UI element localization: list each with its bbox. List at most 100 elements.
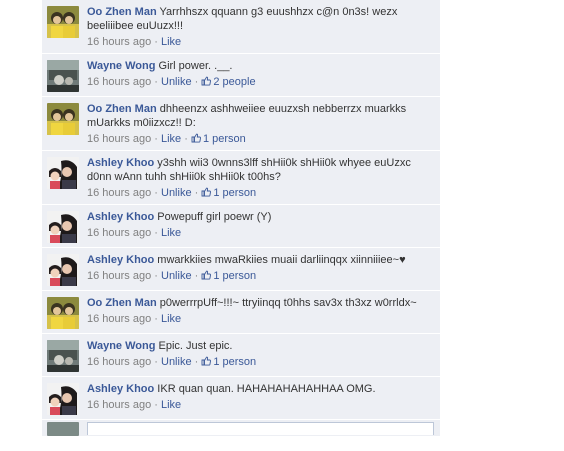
avatar[interactable] bbox=[47, 157, 79, 189]
separator: · bbox=[151, 36, 161, 48]
avatar-photo bbox=[47, 297, 79, 329]
comment: Ashley Khoo Powepuff girl poewr (Y) 16 h… bbox=[42, 205, 440, 248]
comment-body: Oo Zhen Man Yarrhhszx qquann g3 euushhzx… bbox=[87, 5, 434, 49]
comment-body: Ashley Khoo mwarkkiies mwaRkiies muaii d… bbox=[87, 253, 434, 286]
likes-count-text[interactable]: 2 people bbox=[213, 76, 255, 88]
comment-meta: 16 hours ago · Unlike · 2 people bbox=[87, 75, 434, 89]
like-toggle-link[interactable]: Like bbox=[161, 36, 181, 48]
comment-text: Girl power. .__. bbox=[158, 60, 233, 72]
avatar-photo bbox=[47, 340, 79, 372]
comment-author[interactable]: Ashley Khoo bbox=[87, 211, 154, 223]
comment-timestamp: 16 hours ago bbox=[87, 313, 152, 325]
avatar[interactable] bbox=[47, 340, 79, 372]
separator: · bbox=[151, 356, 161, 368]
likes-count-text[interactable]: 1 person bbox=[213, 356, 256, 368]
avatar-photo bbox=[47, 254, 79, 286]
like-toggle-link[interactable]: Like bbox=[161, 399, 181, 411]
like-toggle-link[interactable]: Unlike bbox=[161, 76, 192, 88]
separator: · bbox=[191, 76, 202, 88]
comment-timestamp: 16 hours ago bbox=[87, 270, 152, 282]
comment-timestamp: 16 hours ago bbox=[87, 356, 152, 368]
like-toggle-link[interactable]: Like bbox=[161, 313, 181, 325]
avatar[interactable] bbox=[47, 211, 79, 243]
comment-author[interactable]: Oo Zhen Man bbox=[87, 6, 157, 18]
likes-count-link[interactable]: 2 people bbox=[201, 76, 256, 88]
likes-count-link[interactable]: 1 person bbox=[191, 133, 246, 145]
comment-timestamp: 16 hours ago bbox=[87, 36, 152, 48]
comment-author[interactable]: Ashley Khoo bbox=[87, 254, 154, 266]
comment: Ashley Khoo mwarkkiies mwaRkiies muaii d… bbox=[42, 248, 440, 291]
avatar-photo bbox=[47, 60, 79, 92]
comment-body: Ashley Khoo IKR quan quan. HAHAHAHAHAHHA… bbox=[87, 382, 434, 415]
separator: · bbox=[181, 133, 191, 145]
separator: · bbox=[191, 187, 202, 199]
like-toggle-link[interactable]: Like bbox=[161, 227, 181, 239]
separator: · bbox=[151, 313, 161, 325]
avatar-photo bbox=[47, 383, 79, 415]
comment: Wayne Wong Girl power. .__. 16 hours ago… bbox=[42, 54, 440, 97]
likes-count-text[interactable]: 1 person bbox=[213, 270, 256, 282]
avatar-photo bbox=[47, 157, 79, 189]
comment: Wayne Wong Epic. Just epic. 16 hours ago… bbox=[42, 334, 440, 377]
avatar-photo bbox=[47, 211, 79, 243]
avatar[interactable] bbox=[47, 6, 79, 38]
comment-meta: 16 hours ago · Unlike · 1 person bbox=[87, 355, 434, 369]
comment-author[interactable]: Wayne Wong bbox=[87, 60, 155, 72]
thumbs-up-icon bbox=[191, 133, 201, 143]
avatar[interactable] bbox=[47, 103, 79, 135]
comment-timestamp: 16 hours ago bbox=[87, 76, 152, 88]
likes-count-link[interactable]: 1 person bbox=[201, 187, 256, 199]
comment-author[interactable]: Ashley Khoo bbox=[87, 383, 154, 395]
comment-body: Ashley Khoo Powepuff girl poewr (Y) 16 h… bbox=[87, 210, 434, 243]
comment: Ashley Khoo y3shh wii3 0wnns3lff shHii0k… bbox=[42, 151, 440, 205]
write-comment-row bbox=[42, 420, 440, 436]
like-toggle-link[interactable]: Unlike bbox=[161, 187, 192, 199]
thumbs-up-icon bbox=[201, 187, 212, 197]
avatar[interactable] bbox=[47, 297, 79, 329]
avatar bbox=[47, 422, 79, 436]
comment-author[interactable]: Oo Zhen Man bbox=[87, 103, 157, 115]
comment-timestamp: 16 hours ago bbox=[87, 399, 152, 411]
comment: Oo Zhen Man dhheenzx ashhweiiee euuzxsh … bbox=[42, 97, 440, 151]
comment-body: Wayne Wong Epic. Just epic. 16 hours ago… bbox=[87, 339, 434, 372]
thumbs-up-icon bbox=[201, 356, 212, 366]
comment-timestamp: 16 hours ago bbox=[87, 227, 152, 239]
like-toggle-link[interactable]: Like bbox=[161, 133, 181, 145]
comment: Ashley Khoo IKR quan quan. HAHAHAHAHAHHA… bbox=[42, 377, 440, 420]
avatar[interactable] bbox=[47, 254, 79, 286]
comment-feed: Oo Zhen Man Yarrhhszx qquann g3 euushhzx… bbox=[42, 0, 440, 436]
separator: · bbox=[151, 270, 161, 282]
comment-timestamp: 16 hours ago bbox=[87, 187, 152, 199]
separator: · bbox=[151, 133, 161, 145]
comment-text: Epic. Just epic. bbox=[158, 340, 233, 352]
like-toggle-link[interactable]: Unlike bbox=[161, 270, 192, 282]
separator: · bbox=[151, 399, 161, 411]
separator: · bbox=[191, 270, 202, 282]
likes-count-link[interactable]: 1 person bbox=[201, 356, 256, 368]
avatar-photo bbox=[47, 6, 79, 38]
comment-body: Oo Zhen Man p0werrrpUff~!!!~ ttryiinqq t… bbox=[87, 296, 434, 329]
comment-meta: 16 hours ago · Unlike · 1 person bbox=[87, 186, 434, 200]
comment-body: Ashley Khoo y3shh wii3 0wnns3lff shHii0k… bbox=[87, 156, 434, 200]
likes-count-link[interactable]: 1 person bbox=[201, 270, 256, 282]
comment-meta: 16 hours ago · Like bbox=[87, 312, 434, 326]
like-toggle-link[interactable]: Unlike bbox=[161, 356, 192, 368]
comment-meta: 16 hours ago · Like · 1 person bbox=[87, 132, 434, 146]
comment-author[interactable]: Oo Zhen Man bbox=[87, 297, 157, 309]
comment: Oo Zhen Man p0werrrpUff~!!!~ ttryiinqq t… bbox=[42, 291, 440, 334]
avatar[interactable] bbox=[47, 383, 79, 415]
comment-text: mwarkkiies mwaRkiies muaii darliinqqx xi… bbox=[157, 254, 406, 266]
thumbs-up-icon bbox=[201, 76, 212, 86]
comment-meta: 16 hours ago · Like bbox=[87, 398, 434, 412]
likes-count-text[interactable]: 1 person bbox=[203, 133, 246, 145]
comment-author[interactable]: Ashley Khoo bbox=[87, 157, 154, 169]
comment-input[interactable] bbox=[87, 422, 434, 435]
avatar-photo bbox=[47, 103, 79, 135]
comment-author[interactable]: Wayne Wong bbox=[87, 340, 155, 352]
avatar[interactable] bbox=[47, 60, 79, 92]
comment-text: p0werrrpUff~!!!~ ttryiinqq t0hhs sav3x t… bbox=[159, 297, 417, 309]
comment-meta: 16 hours ago · Unlike · 1 person bbox=[87, 269, 434, 283]
thumbs-up-icon bbox=[201, 270, 212, 280]
likes-count-text[interactable]: 1 person bbox=[213, 187, 256, 199]
comment-body: Oo Zhen Man dhheenzx ashhweiiee euuzxsh … bbox=[87, 102, 434, 146]
